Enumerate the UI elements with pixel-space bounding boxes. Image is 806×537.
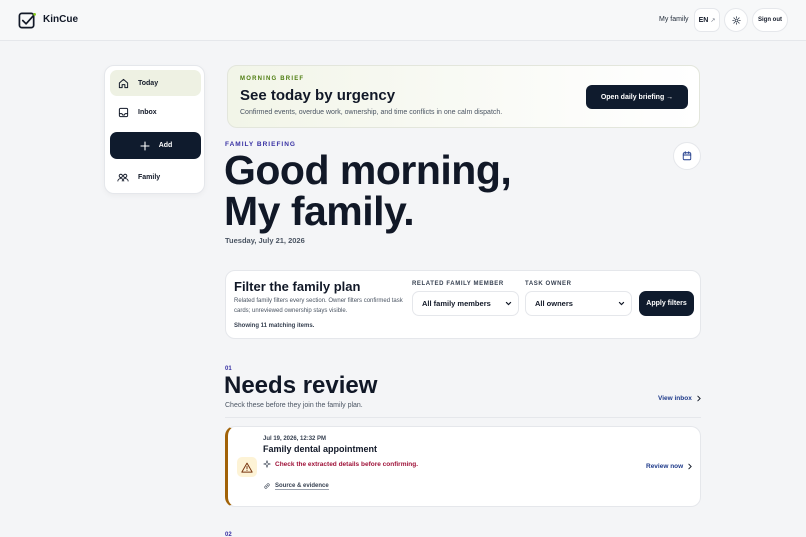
- section-subtitle: Check these before they join the family …: [225, 402, 363, 409]
- settings-button[interactable]: [724, 8, 748, 32]
- filter-card: Filter the family plan Related family fi…: [225, 270, 701, 339]
- gear-icon: [731, 15, 741, 25]
- view-inbox-link[interactable]: View inbox: [658, 395, 702, 402]
- sidebar-item-inbox[interactable]: Inbox: [110, 99, 201, 125]
- sidebar-item-label: Family: [138, 173, 161, 181]
- current-date: Tuesday, July 21, 2026: [225, 236, 305, 245]
- sidebar-nav: Today Inbox Add Family: [104, 65, 205, 194]
- review-item-card[interactable]: Jul 19, 2026, 12:32 PM Family dental app…: [225, 426, 701, 507]
- morning-brief-card: MORNING BRIEF See today by urgency Confi…: [227, 65, 700, 128]
- sign-out-button[interactable]: Sign out: [752, 8, 788, 32]
- add-button[interactable]: Add: [110, 132, 201, 159]
- calendar-icon: [682, 151, 692, 161]
- inbox-icon: [117, 106, 129, 118]
- review-now-label: Review now: [646, 463, 684, 470]
- family-member-select[interactable]: All family members: [412, 291, 519, 316]
- app-name[interactable]: KinCue: [43, 14, 78, 25]
- source-evidence-link[interactable]: Source & evidence: [263, 482, 329, 490]
- link-icon: [264, 483, 270, 489]
- greeting-heading: Good morning, My family.: [224, 147, 512, 234]
- sidebar-item-family[interactable]: Family: [110, 164, 201, 190]
- view-inbox-label: View inbox: [658, 395, 692, 402]
- greeting-line-2: My family.: [224, 188, 415, 234]
- review-warning: Check the extracted details before confi…: [263, 460, 418, 468]
- warning-icon: [241, 462, 253, 473]
- chevron-down-icon: [505, 301, 512, 306]
- sidebar-item-label: Today: [138, 79, 159, 87]
- brief-title: See today by urgency: [240, 87, 396, 104]
- people-icon: [117, 171, 129, 183]
- review-warning-text: Check the extracted details before confi…: [275, 460, 419, 468]
- home-icon: [117, 77, 129, 89]
- family-member-label: RELATED FAMILY MEMBER: [412, 281, 504, 287]
- section-title: Needs review: [224, 372, 378, 399]
- chevron-right-icon: [688, 463, 693, 470]
- filter-count: Showing 11 matching items.: [234, 323, 315, 329]
- language-button[interactable]: EN ↗: [694, 8, 720, 32]
- task-owner-value: All owners: [535, 299, 573, 308]
- review-title: Family dental appointment: [263, 444, 378, 454]
- task-owner-label: TASK OWNER: [525, 281, 572, 287]
- chevron-right-icon: [697, 395, 701, 402]
- sidebar-item-label: Add: [158, 142, 173, 149]
- review-now-link[interactable]: Review now: [646, 463, 693, 470]
- review-timestamp: Jul 19, 2026, 12:32 PM: [263, 436, 327, 442]
- brief-eyebrow: MORNING BRIEF: [240, 76, 305, 82]
- sparkle-icon: [263, 460, 271, 468]
- chevron-down-icon: [618, 301, 625, 306]
- greeting-line-1: Good morning,: [224, 147, 512, 193]
- external-arrow-icon: ↗: [710, 17, 716, 24]
- filter-title: Filter the family plan: [234, 279, 361, 294]
- open-daily-briefing-button[interactable]: Open daily briefing →: [586, 85, 688, 109]
- language-label: EN: [698, 16, 709, 24]
- top-bar: KinCue My family EN ↗ Sign out: [0, 0, 806, 41]
- family-member-value: All family members: [422, 299, 491, 308]
- filter-description: Related family filters every section. Ow…: [234, 298, 403, 314]
- calendar-button[interactable]: [673, 142, 701, 170]
- brief-subtitle: Confirmed events, overdue work, ownershi…: [240, 109, 503, 116]
- sidebar-item-today[interactable]: Today: [110, 70, 201, 96]
- next-section-number: 02: [225, 532, 232, 537]
- source-evidence-label: Source & evidence: [275, 482, 329, 490]
- warning-badge: [237, 457, 257, 477]
- apply-filters-button[interactable]: Apply filters: [639, 291, 694, 316]
- plus-icon: [139, 140, 151, 152]
- section-divider: [225, 417, 701, 418]
- my-family-link[interactable]: My family: [659, 16, 689, 23]
- logo-check-icon[interactable]: [18, 11, 37, 30]
- task-owner-select[interactable]: All owners: [525, 291, 632, 316]
- sidebar-item-label: Inbox: [138, 108, 157, 116]
